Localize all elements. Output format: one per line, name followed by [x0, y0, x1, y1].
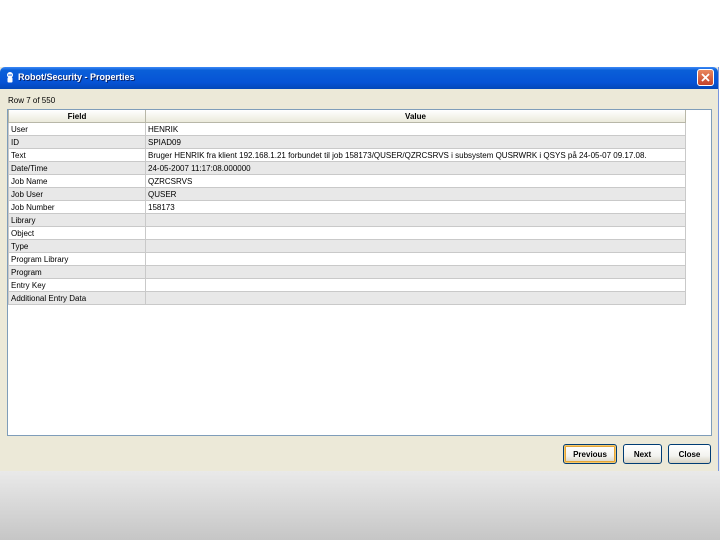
field-cell: Additional Entry Data	[8, 291, 146, 305]
value-cell	[145, 265, 686, 279]
value-cell: 158173	[145, 200, 686, 214]
table-row[interactable]: User HENRIK	[8, 122, 686, 136]
previous-button[interactable]: Previous	[563, 444, 617, 464]
close-button[interactable]: Close	[668, 444, 711, 464]
robot-app-icon	[4, 71, 18, 85]
field-cell: ID	[8, 135, 146, 149]
table-header-row: Field Value	[8, 110, 686, 123]
table-row[interactable]: Object	[8, 226, 686, 240]
column-header-value[interactable]: Value	[145, 110, 686, 123]
properties-dialog: Robot/Security - Properties Row 7 of 550…	[0, 67, 719, 471]
properties-table-panel[interactable]: Field Value User HENRIK ID SPIAD09 Text Bru…	[7, 109, 712, 436]
table-row[interactable]: Program Library	[8, 252, 686, 266]
field-cell: Program	[8, 265, 146, 279]
field-cell: Type	[8, 239, 146, 253]
value-cell	[145, 226, 686, 240]
table-row[interactable]: Job User QUSER	[8, 187, 686, 201]
field-cell: Program Library	[8, 252, 146, 266]
next-button[interactable]: Next	[623, 444, 662, 464]
value-cell	[145, 239, 686, 253]
value-cell: QUSER	[145, 187, 686, 201]
field-cell: Library	[8, 213, 146, 227]
properties-table: Field Value User HENRIK ID SPIAD09 Text Bru…	[8, 110, 686, 305]
value-cell: 24-05-2007 11:17:08.000000	[145, 161, 686, 175]
field-cell: Job Number	[8, 200, 146, 214]
value-cell: QZRCSRVS	[145, 174, 686, 188]
value-cell: HENRIK	[145, 122, 686, 136]
table-row[interactable]: Entry Key	[8, 278, 686, 292]
table-row[interactable]: Job Name QZRCSRVS	[8, 174, 686, 188]
table-row[interactable]: Text Bruger HENRIK fra klient 192.168.1.2…	[8, 148, 686, 162]
column-header-field[interactable]: Field	[8, 110, 146, 123]
table-row[interactable]: Type	[8, 239, 686, 253]
row-counter: Row 7 of 550	[8, 96, 56, 105]
value-cell	[145, 213, 686, 227]
table-row[interactable]: Additional Entry Data	[8, 291, 686, 305]
value-cell: Bruger HENRIK fra klient 192.168.1.21 fo…	[145, 148, 686, 162]
field-cell: Text	[8, 148, 146, 162]
window-close-button[interactable]	[697, 69, 714, 86]
value-cell: SPIAD09	[145, 135, 686, 149]
field-cell: Job User	[8, 187, 146, 201]
value-cell	[145, 252, 686, 266]
title-bar[interactable]: Robot/Security - Properties	[0, 67, 718, 89]
field-cell: User	[8, 122, 146, 136]
value-cell	[145, 278, 686, 292]
close-x-icon	[701, 73, 710, 82]
field-cell: Object	[8, 226, 146, 240]
table-row[interactable]: Program	[8, 265, 686, 279]
table-row[interactable]: Library	[8, 213, 686, 227]
window-title: Robot/Security - Properties	[18, 72, 135, 82]
field-cell: Job Name	[8, 174, 146, 188]
value-cell	[145, 291, 686, 305]
table-row[interactable]: Date/Time 24-05-2007 11:17:08.000000	[8, 161, 686, 175]
field-cell: Date/Time	[8, 161, 146, 175]
table-row[interactable]: Job Number 158173	[8, 200, 686, 214]
table-row[interactable]: ID SPIAD09	[8, 135, 686, 149]
field-cell: Entry Key	[8, 278, 146, 292]
